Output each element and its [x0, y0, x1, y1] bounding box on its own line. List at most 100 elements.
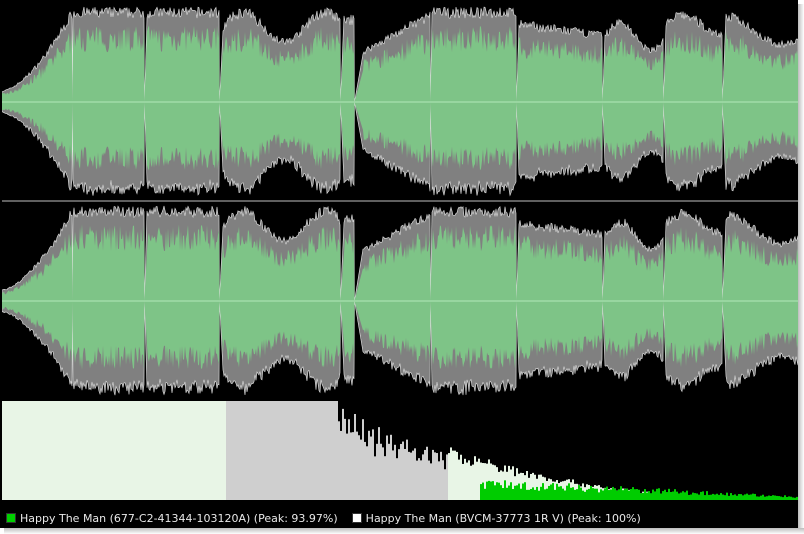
- spectrum-bar-reference: [180, 401, 182, 500]
- spectrum-bar-comparison: [536, 486, 538, 500]
- spectrum-bar-comparison: [792, 497, 794, 500]
- spectrum-bar-reference: [156, 401, 158, 500]
- spectrum-bar-reference: [352, 432, 354, 500]
- spectrum-bar-reference: [8, 401, 10, 500]
- spectrum-bar-comparison: [636, 489, 638, 500]
- spectrum-bar-comparison: [510, 482, 512, 500]
- spectrum-bar-comparison: [550, 484, 552, 500]
- spectrum-bar-reference: [364, 441, 366, 500]
- spectrum-bar-reference: [394, 444, 396, 500]
- spectrum-bar-comparison: [594, 488, 596, 500]
- spectrum-bar-reference: [222, 401, 224, 500]
- spectrum-bar-reference: [30, 401, 32, 500]
- spectrum-bar-comparison: [782, 497, 784, 500]
- spectrum-bar-reference: [186, 401, 188, 500]
- spectrum-bar-comparison: [516, 485, 518, 500]
- spectrum-bar-reference: [432, 449, 434, 500]
- spectrum-bar-reference: [54, 401, 56, 500]
- spectrum-bar-reference: [410, 452, 412, 500]
- spectrum-bar-comparison: [668, 488, 670, 500]
- spectrum-bar-comparison: [678, 493, 680, 500]
- spectrum-bar-reference: [146, 401, 148, 500]
- spectrum-bar-reference: [398, 449, 400, 500]
- spectrum-bar-reference: [366, 446, 368, 500]
- spectrum-bar-reference: [388, 443, 390, 500]
- spectrum-bar-reference: [220, 401, 222, 500]
- spectrum-bar-comparison: [676, 491, 678, 500]
- spectrum-bar-reference: [390, 434, 392, 500]
- spectrum-bar-comparison: [624, 488, 626, 500]
- spectrum-bar-reference: [378, 427, 380, 500]
- spectrum-bar-comparison: [684, 492, 686, 500]
- spectrum-bar-comparison: [582, 490, 584, 500]
- spectrum-bar-reference: [420, 460, 422, 500]
- spectrum-bar-comparison: [674, 489, 676, 500]
- spectrum-bar-comparison: [524, 482, 526, 500]
- spectrum-bar-comparison: [652, 489, 654, 500]
- spectrum-bar-reference: [176, 401, 178, 500]
- spectrum-bar-reference: [4, 401, 6, 500]
- spectrum-bar-comparison: [482, 482, 484, 500]
- spectrum-bar-reference: [316, 401, 318, 500]
- spectrum-bar-reference: [288, 401, 290, 500]
- spectrum-bar-reference: [128, 401, 130, 500]
- spectrum-bar-reference: [80, 401, 82, 500]
- spectrum-bar-reference: [470, 465, 472, 500]
- spectrum-bar-reference: [100, 401, 102, 500]
- spectrum-bar-comparison: [572, 487, 574, 500]
- spectrum-bar-reference: [58, 401, 60, 500]
- spectrum-bar-reference: [134, 401, 136, 500]
- spectrum-bar-comparison: [682, 491, 684, 500]
- spectrum-bar-reference: [72, 401, 74, 500]
- spectrum-bar-reference: [274, 401, 276, 500]
- spectrum-bar-comparison: [544, 489, 546, 500]
- spectrum-bar-reference: [270, 401, 272, 500]
- spectrum-bar-comparison: [492, 481, 494, 500]
- spectrum-bar-reference: [336, 401, 338, 500]
- spectrum-bar-reference: [44, 401, 46, 500]
- spectrum-bar-reference: [258, 401, 260, 500]
- spectrum-bar-reference: [452, 450, 454, 500]
- spectrum-bar-reference: [116, 401, 118, 500]
- spectrum-bar-reference: [70, 401, 72, 500]
- spectrum-bar-reference: [382, 447, 384, 500]
- spectrum-bar-comparison: [494, 485, 496, 500]
- spectrum-bar-comparison: [664, 489, 666, 500]
- spectrum-bar-reference: [292, 401, 294, 500]
- spectrum-bar-reference: [244, 401, 246, 500]
- spectrum-bar-reference: [170, 401, 172, 500]
- spectrum-bar-reference: [124, 401, 126, 500]
- spectrum-bar-reference: [322, 401, 324, 500]
- spectrum-bar-reference: [40, 401, 42, 500]
- spectrum-bar-reference: [338, 421, 340, 500]
- spectrum-bar-comparison: [776, 495, 778, 500]
- spectrum-bar-reference: [36, 401, 38, 500]
- spectrum-bar-comparison: [532, 487, 534, 500]
- spectrum-bar-comparison: [502, 488, 504, 500]
- spectrum-bar-reference: [152, 401, 154, 500]
- spectrum-bar-reference: [32, 401, 34, 500]
- spectrum-bar-comparison: [648, 491, 650, 500]
- spectrum-bar-reference: [226, 401, 228, 500]
- spectrum-bar-comparison: [662, 491, 664, 500]
- spectrum-bar-comparison: [526, 489, 528, 500]
- spectrum-bar-comparison: [728, 495, 730, 500]
- spectrum-bar-reference: [318, 401, 320, 500]
- spectrum-bar-comparison: [508, 485, 510, 500]
- spectrum-bar-reference: [104, 401, 106, 500]
- spectrum-bar-comparison: [620, 486, 622, 500]
- spectrum-bar-comparison: [528, 489, 530, 500]
- spectrum-bar-reference: [90, 401, 92, 500]
- spectrum-bar-reference: [332, 401, 334, 500]
- spectrum-bar-comparison: [670, 492, 672, 500]
- legend-item-first-track: Happy The Man (677-C2-41344-103120A) (Pe…: [6, 512, 338, 525]
- spectrum-bar-reference: [456, 451, 458, 500]
- spectrum-bar-comparison: [734, 494, 736, 500]
- spectrum-bar-reference: [466, 462, 468, 500]
- spectrum-bar-comparison: [688, 494, 690, 500]
- spectrum-bar-comparison: [646, 492, 648, 500]
- spectrum-bar-reference: [290, 401, 292, 500]
- spectrum-bar-reference: [334, 401, 336, 500]
- spectrum-bar-reference: [160, 401, 162, 500]
- spectrum-bar-reference: [102, 401, 104, 500]
